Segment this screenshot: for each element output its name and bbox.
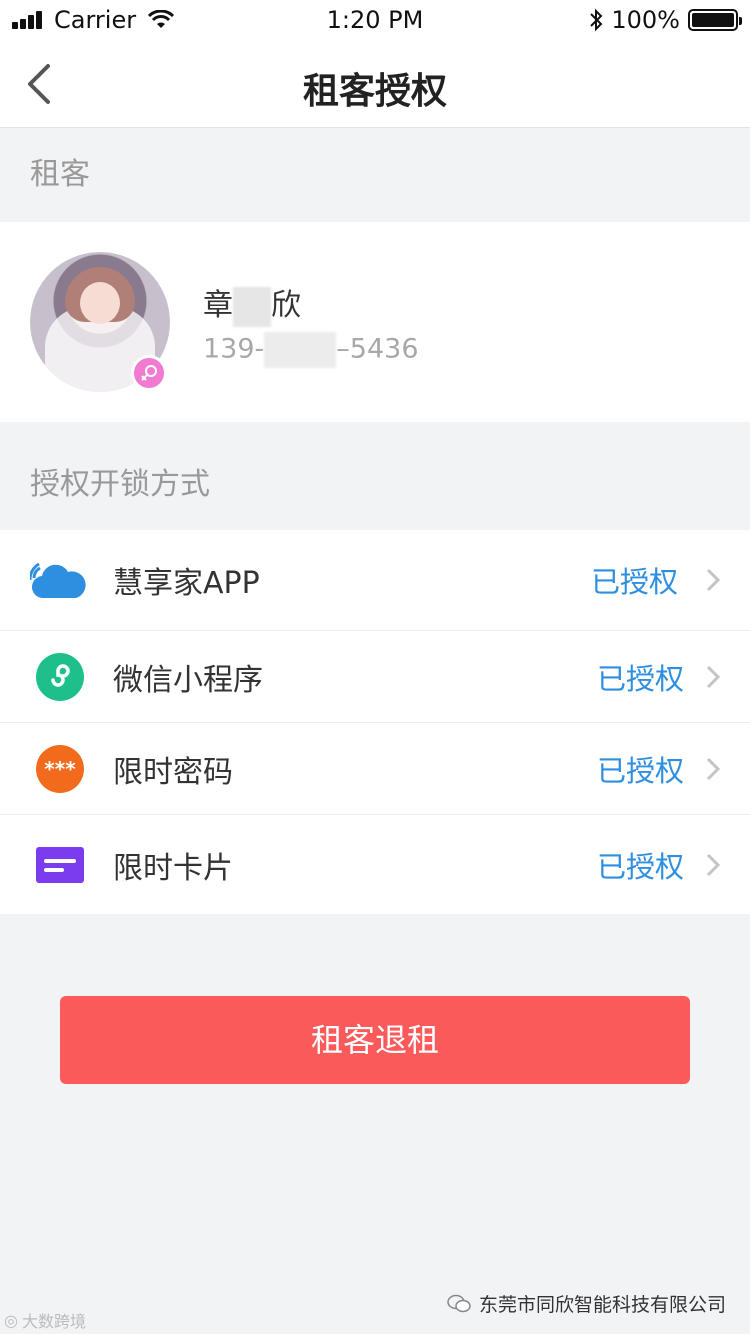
auth-status: 已授权	[596, 849, 684, 884]
chevron-right-icon	[706, 568, 720, 592]
wechat-icon	[447, 1294, 471, 1312]
page-title: 租客授权	[302, 71, 447, 112]
redacted-block	[264, 332, 337, 368]
auth-status: 已授权	[590, 565, 678, 599]
auth-item-card[interactable]: 限时卡片 已授权	[0, 814, 750, 914]
password-icon: ***	[36, 744, 84, 793]
status-right: 100%	[589, 6, 742, 34]
chevron-right-icon	[706, 757, 720, 780]
nav-bar: 租客授权	[0, 40, 750, 128]
svg-text:***: ***	[44, 757, 76, 781]
auth-item-label: 限时卡片	[113, 850, 233, 886]
tenant-checkout-button[interactable]: 租客退租	[60, 996, 690, 1084]
unlock-section-header: 授权开锁方式	[30, 467, 210, 502]
female-icon	[131, 355, 167, 391]
redacted-block	[233, 286, 271, 327]
watermark-logo-icon: ◎	[4, 1310, 18, 1330]
tenant-phone: 139- –5436	[203, 332, 419, 368]
cloud-icon	[30, 562, 86, 599]
auth-item-password[interactable]: *** 限时密码 已授权	[0, 722, 750, 814]
auth-method-list: 慧享家APP 已授权 微信小程序 已授权 *** 限时密码 已授权 限时卡片 已…	[0, 530, 750, 914]
battery-percent: 100%	[611, 6, 680, 34]
mini-program-icon	[36, 652, 84, 701]
auth-status: 已授权	[596, 753, 684, 788]
card-icon	[36, 846, 84, 883]
chevron-right-icon	[706, 853, 720, 876]
auth-item-label: 限时密码	[113, 754, 233, 790]
bluetooth-icon	[590, 8, 603, 32]
chevron-right-icon	[706, 665, 720, 688]
auth-item-app[interactable]: 慧享家APP 已授权	[0, 530, 750, 630]
auth-item-label: 微信小程序	[113, 662, 263, 698]
status-bar: Carrier 1:20 PM 100%	[0, 0, 750, 40]
tenant-card: 章欣 139- –5436	[0, 222, 750, 422]
auth-item-label: 慧享家APP	[113, 566, 260, 601]
auth-item-mini-program[interactable]: 微信小程序 已授权	[0, 630, 750, 722]
tenant-name: 章欣	[203, 280, 301, 327]
auth-status: 已授权	[596, 661, 684, 696]
tenant-section-header: 租客	[30, 157, 90, 192]
footer-watermark: ◎ 大数跨境	[4, 1310, 86, 1332]
company-name: 东莞市同欣智能科技有限公司	[478, 1294, 726, 1316]
footer-company: 东莞市同欣智能科技有限公司	[447, 1290, 726, 1317]
battery-icon	[688, 9, 742, 31]
